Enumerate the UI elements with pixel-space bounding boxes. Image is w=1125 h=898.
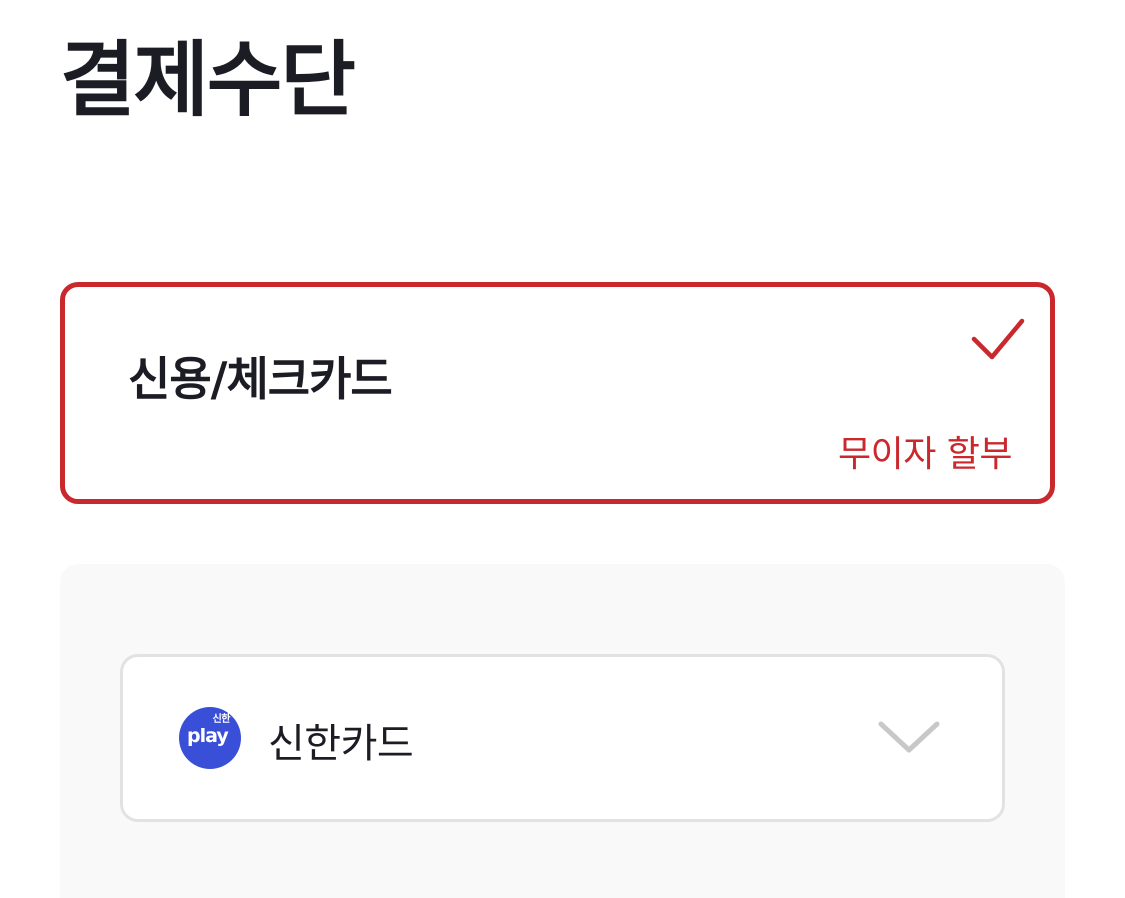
shinhan-play-logo: 신한 play — [179, 707, 241, 769]
logo-top-text: 신한 — [212, 714, 231, 725]
page-title: 결제수단 — [60, 33, 356, 128]
chevron-down-icon[interactable] — [878, 721, 940, 755]
card-company-dropdown[interactable]: 신한 play 신한카드 — [120, 654, 1005, 822]
selected-card-name: 신한카드 — [268, 721, 414, 767]
card-select-panel: 신한 play 신한카드 — [60, 564, 1065, 898]
logo-main-text: play — [187, 725, 229, 747]
interest-free-installment-badge: 무이자 할부 — [837, 434, 1013, 475]
credit-check-card-option[interactable]: 신용/체크카드 무이자 할부 — [60, 282, 1055, 504]
payment-page: 결제수단 신용/체크카드 무이자 할부 신한 play 신한카드 — [0, 0, 1125, 898]
checkmark-icon — [971, 318, 1025, 360]
payment-method-label: 신용/체크카드 — [128, 352, 393, 406]
